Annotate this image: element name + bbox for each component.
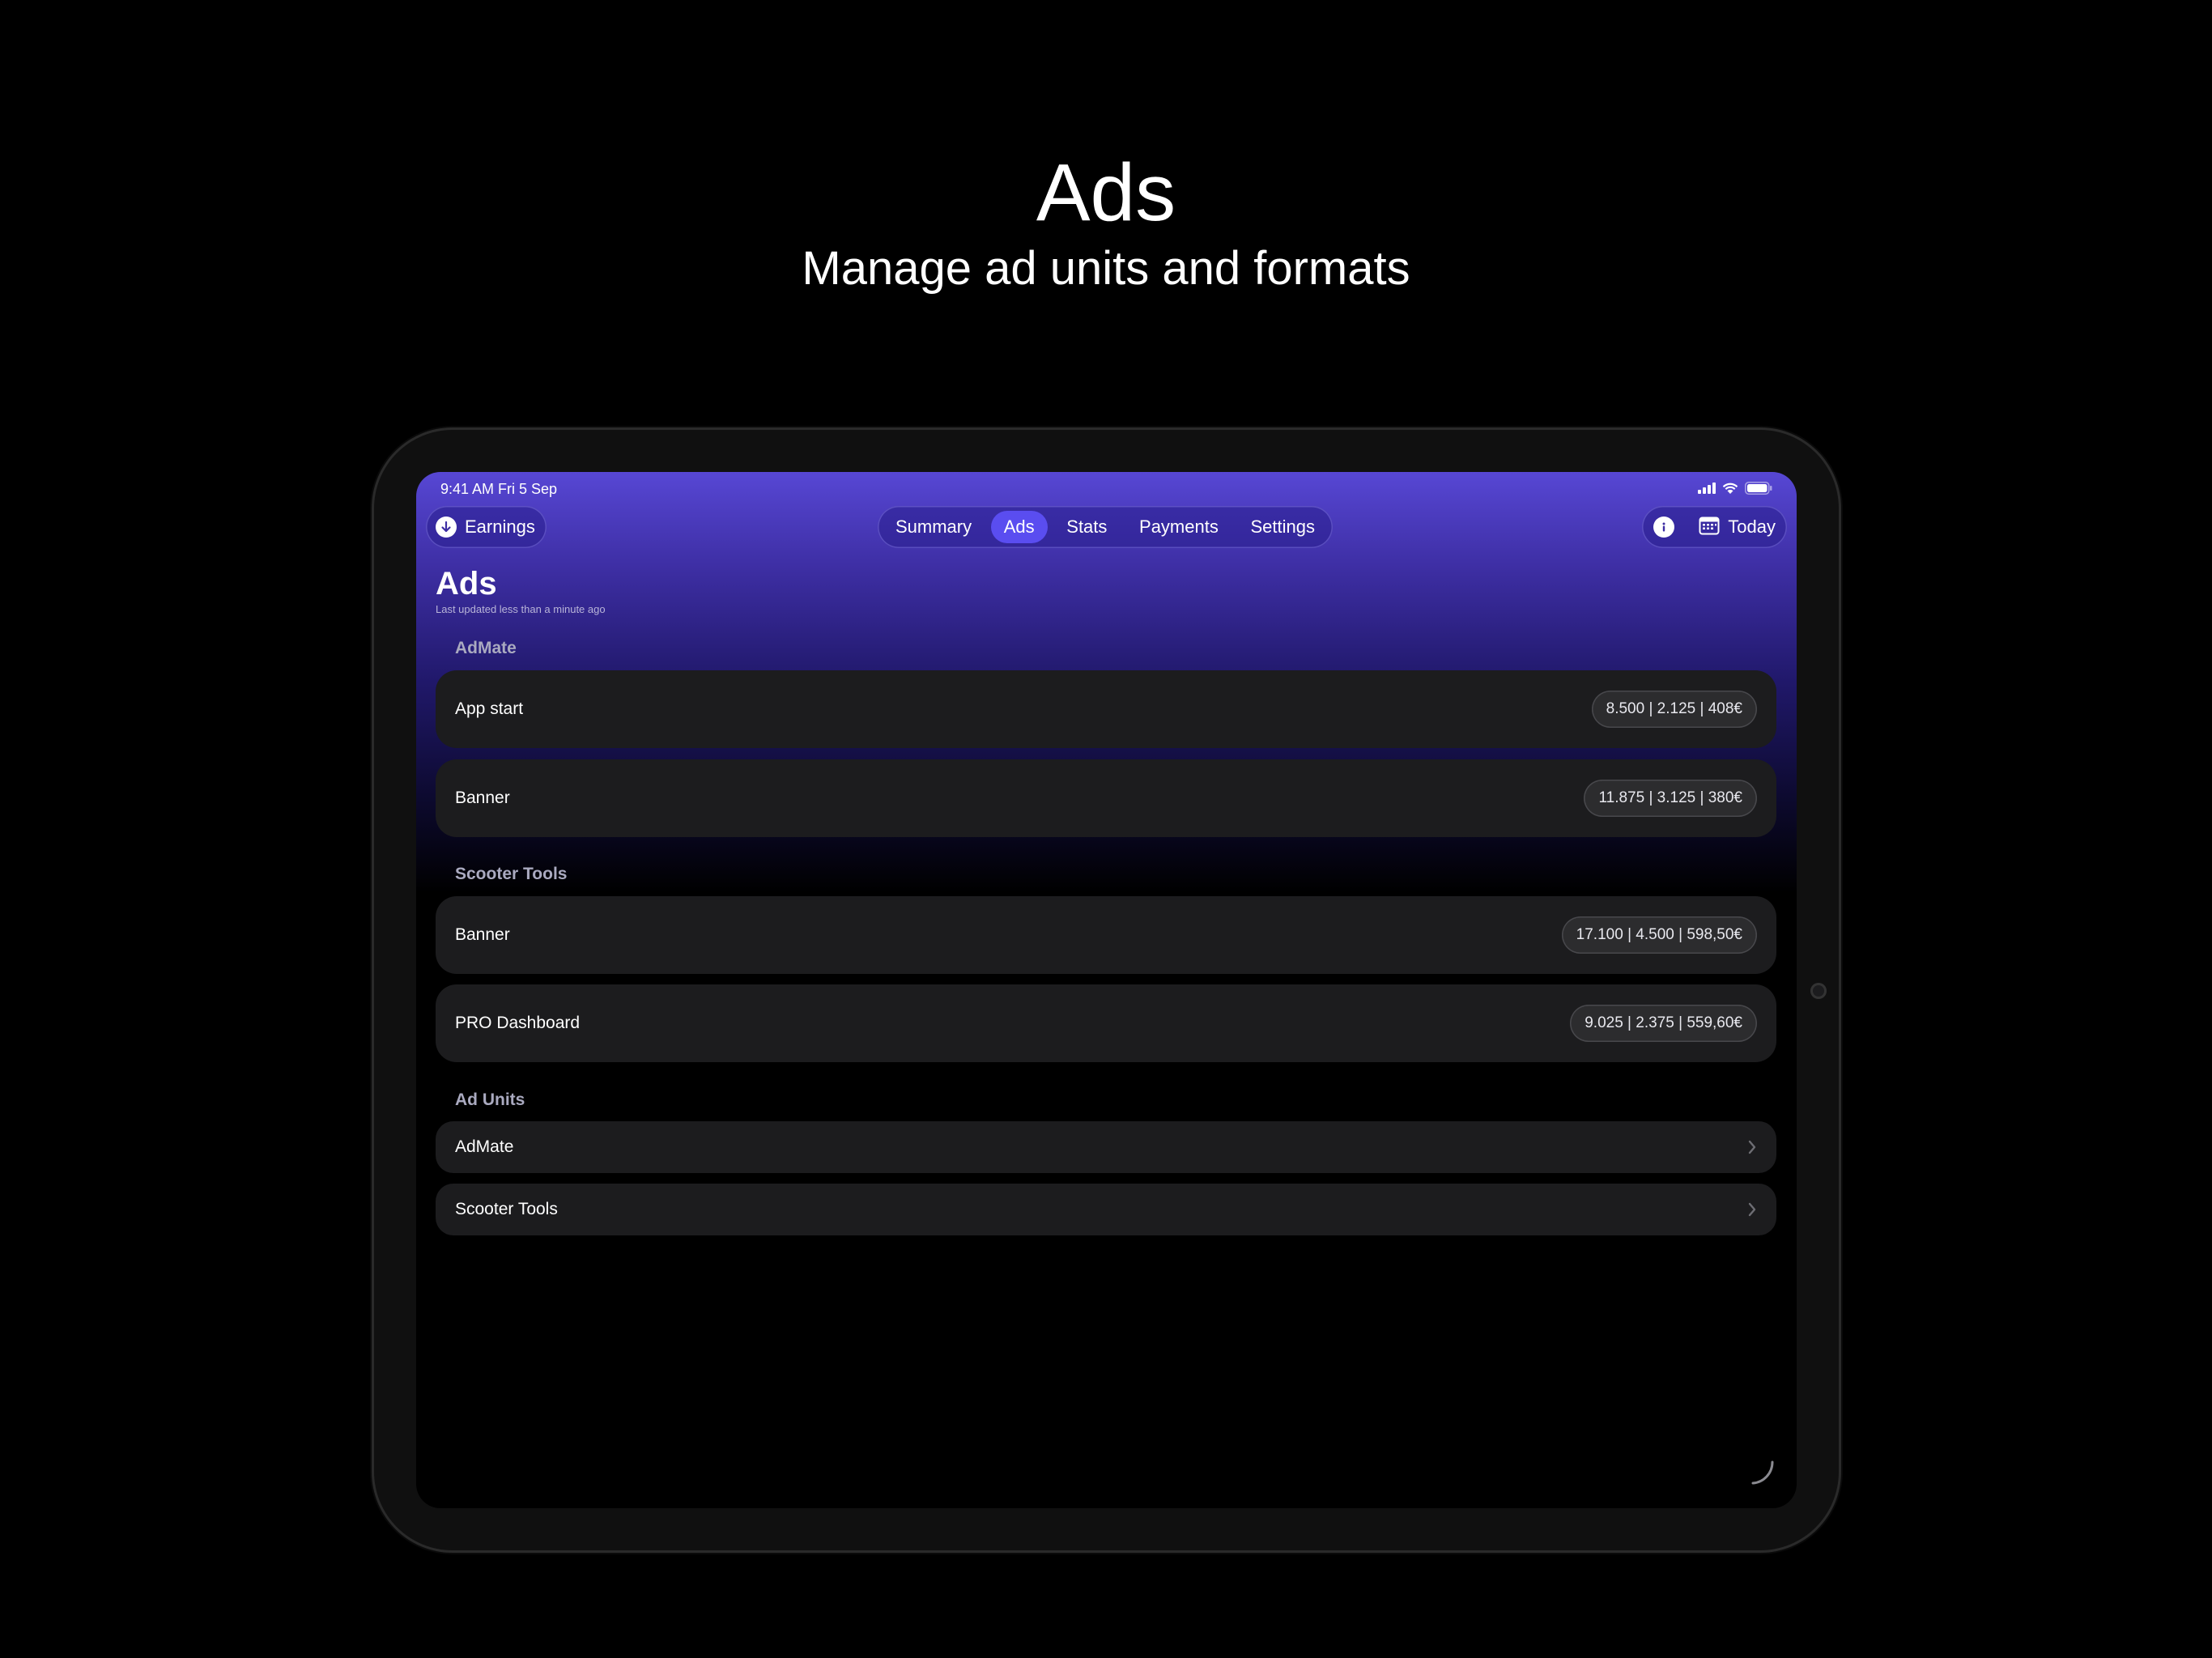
ad-unit-title: AdMate (455, 1137, 514, 1156)
chevron-right-icon (1747, 1201, 1757, 1218)
app-screen: 9:41 AM Fri 5 Sep Earnings Summary Ads S… (416, 472, 1797, 1508)
tab-bar: Summary Ads Stats Payments Settings (878, 506, 1333, 548)
battery-icon (1745, 482, 1772, 495)
ad-row-admate-banner[interactable]: Banner 11.875 | 3.125 | 380€ (436, 759, 1776, 837)
calendar-icon (1699, 516, 1720, 539)
ad-unit-title: Scooter Tools (455, 1200, 558, 1218)
headline-subtitle: Manage ad units and formats (802, 242, 1410, 295)
info-icon[interactable] (1653, 517, 1675, 538)
status-icons (1698, 482, 1772, 495)
tab-summary[interactable]: Summary (883, 511, 985, 543)
ad-row-stats-badge: 11.875 | 3.125 | 380€ (1584, 780, 1757, 817)
tab-settings[interactable]: Settings (1237, 511, 1328, 543)
page-title: Ads (436, 566, 497, 602)
ad-unit-item-scooter-tools[interactable]: Scooter Tools (436, 1184, 1776, 1235)
toolbar-right: Today (1642, 506, 1787, 548)
camera-icon (1810, 983, 1827, 999)
ad-row-stats-badge: 9.025 | 2.375 | 559,60€ (1570, 1005, 1757, 1042)
section-label-scooter-tools: Scooter Tools (455, 865, 568, 883)
cellular-signal-icon (1698, 483, 1716, 494)
earnings-button[interactable]: Earnings (426, 506, 547, 548)
chevron-right-icon (1747, 1139, 1757, 1155)
ad-row-stats-badge: 17.100 | 4.500 | 598,50€ (1561, 916, 1757, 954)
ad-row-admate-app-start[interactable]: App start 8.500 | 2.125 | 408€ (436, 670, 1776, 748)
section-label-ad-units: Ad Units (455, 1090, 525, 1109)
ad-row-title: Banner (455, 925, 510, 944)
tab-payments[interactable]: Payments (1126, 511, 1231, 543)
date-range-label: Today (1728, 517, 1776, 537)
ad-row-scooter-pro-dashboard[interactable]: PRO Dashboard 9.025 | 2.375 | 559,60€ (436, 984, 1776, 1062)
headline-title: Ads (1036, 147, 1176, 238)
earnings-label: Earnings (465, 517, 535, 537)
corner-indicator-icon (1748, 1459, 1776, 1490)
ad-row-scooter-banner[interactable]: Banner 17.100 | 4.500 | 598,50€ (436, 896, 1776, 974)
tab-stats[interactable]: Stats (1053, 511, 1120, 543)
tab-ads[interactable]: Ads (990, 511, 1048, 543)
arrow-down-circle-icon (436, 517, 457, 538)
ad-row-title: Banner (455, 789, 510, 807)
section-label-admate: AdMate (455, 639, 517, 657)
ad-row-title: PRO Dashboard (455, 1014, 581, 1032)
ad-row-title: App start (455, 699, 524, 718)
last-updated-text: Last updated less than a minute ago (436, 603, 606, 615)
wifi-icon (1722, 483, 1738, 495)
ad-unit-item-admate[interactable]: AdMate (436, 1121, 1776, 1173)
date-range-button[interactable]: Today (1699, 516, 1776, 539)
ad-row-stats-badge: 8.500 | 2.125 | 408€ (1591, 691, 1757, 728)
status-time: 9:41 AM Fri 5 Sep (440, 481, 558, 497)
